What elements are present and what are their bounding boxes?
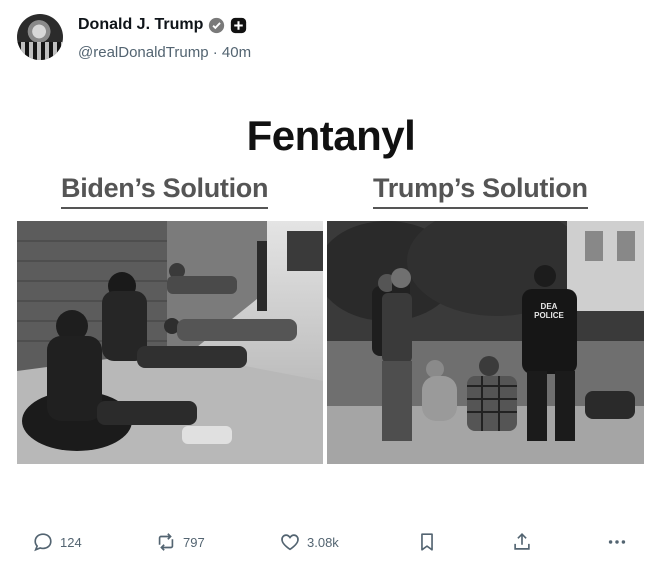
left-photo[interactable]: [17, 221, 323, 464]
vest-text-police: POLICE: [534, 311, 564, 320]
share-icon: [514, 533, 530, 550]
like-count: 3.08k: [307, 534, 339, 550]
share-button[interactable]: [511, 531, 533, 553]
subscribe-plus-icon[interactable]: [230, 17, 247, 34]
like-icon: [281, 534, 299, 551]
reply-button[interactable]: 124: [32, 531, 82, 553]
repost-icon: [158, 533, 174, 551]
image-headline: Fentanyl: [246, 112, 416, 159]
repost-button[interactable]: 797: [155, 531, 205, 553]
action-bar: 124 797 3.08k: [0, 531, 662, 557]
verified-badge-icon: [209, 17, 225, 33]
more-button[interactable]: [606, 531, 628, 553]
like-button[interactable]: 3.08k: [279, 531, 339, 553]
left-caption: Biden’s Solution: [61, 173, 269, 209]
reply-count: 124: [60, 534, 82, 550]
repost-count: 797: [183, 534, 205, 550]
post-time[interactable]: 40m: [222, 44, 251, 61]
more-icon: [608, 540, 626, 544]
reply-icon: [34, 533, 52, 552]
right-caption: Trump’s Solution: [373, 173, 588, 209]
avatar[interactable]: [17, 14, 63, 60]
author-row: Donald J. Trump: [78, 16, 247, 34]
bookmark-button[interactable]: [416, 531, 438, 553]
bookmark-icon: [421, 533, 433, 551]
vest-text-dea: DEA: [541, 302, 558, 311]
author-handle[interactable]: @realDonaldTrump: [78, 44, 209, 61]
author-name[interactable]: Donald J. Trump: [78, 16, 203, 34]
right-photo[interactable]: DEA POLICE: [327, 221, 644, 464]
author-meta: @realDonaldTrump · 40m: [78, 44, 251, 61]
meta-separator: ·: [212, 44, 218, 61]
